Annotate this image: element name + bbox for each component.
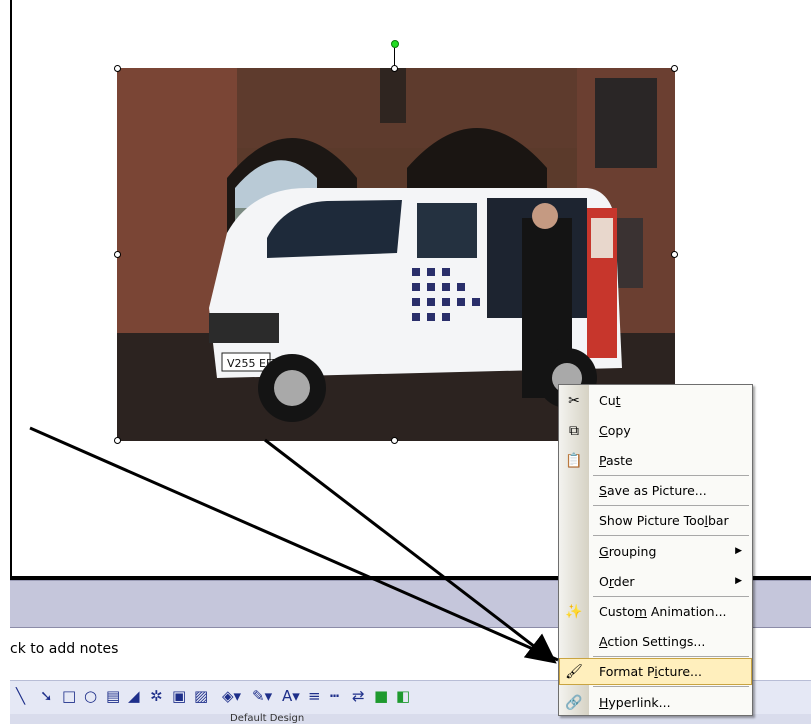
- context-menu-item-copy[interactable]: ⧉ Copy: [559, 417, 752, 444]
- submenu-arrow-icon: ▶: [735, 576, 742, 586]
- context-menu-item-hyperlink[interactable]: 🔗 Hyperlink...: [559, 689, 752, 716]
- dash-style-tool-icon[interactable]: ┅: [330, 687, 339, 705]
- clipart-tool-icon[interactable]: ▣: [172, 687, 186, 705]
- scissors-icon: ✂: [568, 393, 580, 409]
- context-menu-item-label: Format Picture...: [599, 664, 702, 679]
- font-color-tool-icon[interactable]: A▾: [282, 687, 300, 705]
- line-tool-icon[interactable]: ╲: [16, 687, 25, 705]
- context-menu-item-label: Show Picture Toolbar: [599, 513, 729, 528]
- diagram-tool-icon[interactable]: ✲: [150, 687, 163, 705]
- resize-handle-e[interactable]: [671, 251, 678, 258]
- context-menu-separator: [593, 505, 749, 506]
- line-style-tool-icon[interactable]: ≡: [308, 687, 321, 705]
- resize-handle-ne[interactable]: [671, 65, 678, 72]
- context-menu-item-label: Copy: [599, 423, 631, 438]
- context-menu-separator: [593, 656, 749, 657]
- fill-color-tool-icon[interactable]: ◈▾: [222, 687, 241, 705]
- context-menu-item-label: Order: [599, 574, 635, 589]
- arrow-style-tool-icon[interactable]: ⇄: [352, 687, 365, 705]
- arrow-tool-icon[interactable]: ➘: [40, 687, 53, 705]
- paste-icon: 📋: [565, 453, 583, 469]
- context-menu-item-label: Paste: [599, 453, 633, 468]
- context-menu-item-order[interactable]: Order ▶: [559, 568, 752, 595]
- context-menu-item-label: Action Settings...: [599, 634, 706, 649]
- context-menu-item-save-as-picture[interactable]: Save as Picture...: [559, 477, 752, 504]
- context-menu-item-cut[interactable]: ✂ Cut: [559, 387, 752, 414]
- 3d-style-tool-icon[interactable]: ◧: [396, 687, 410, 705]
- resize-handle-nw[interactable]: [114, 65, 121, 72]
- context-menu-item-format-picture[interactable]: 🖌 Format Picture...: [559, 658, 752, 685]
- context-menu-separator: [593, 596, 749, 597]
- submenu-arrow-icon: ▶: [735, 546, 742, 556]
- context-menu-separator: [593, 475, 749, 476]
- context-menu-item-show-picture-toolbar[interactable]: Show Picture Toolbar: [559, 507, 752, 534]
- textbox-tool-icon[interactable]: ▤: [106, 687, 120, 705]
- rectangle-tool-icon[interactable]: □: [62, 687, 76, 705]
- resize-handle-s[interactable]: [391, 437, 398, 444]
- custom-animation-icon: ✨: [565, 604, 583, 620]
- hyperlink-icon: 🔗: [565, 695, 583, 711]
- wordart-tool-icon[interactable]: ◢: [128, 687, 140, 705]
- context-menu-separator: [593, 686, 749, 687]
- context-menu-item-action-settings[interactable]: Action Settings...: [559, 628, 752, 655]
- oval-tool-icon[interactable]: ○: [84, 687, 97, 705]
- insert-picture-tool-icon[interactable]: ▨: [194, 687, 208, 705]
- resize-handle-w[interactable]: [114, 251, 121, 258]
- status-design-name: Default Design: [230, 713, 305, 724]
- line-color-tool-icon[interactable]: ✎▾: [252, 687, 272, 705]
- context-menu-item-custom-animation[interactable]: ✨ Custom Animation...: [559, 598, 752, 625]
- context-menu-item-label: Hyperlink...: [599, 695, 671, 710]
- copy-icon: ⧉: [569, 423, 579, 439]
- resize-handle-sw[interactable]: [114, 437, 121, 444]
- context-menu-item-label: Grouping: [599, 544, 657, 559]
- context-menu-item-label: Cut: [599, 393, 621, 408]
- context-menu-separator: [593, 535, 749, 536]
- format-picture-icon: 🖌: [565, 664, 583, 680]
- context-menu-item-label: Save as Picture...: [599, 483, 707, 498]
- context-menu-item-grouping[interactable]: Grouping ▶: [559, 538, 752, 565]
- rotation-handle[interactable]: [391, 40, 399, 48]
- shadow-tool-icon[interactable]: ■: [374, 687, 388, 705]
- context-menu-item-label: Custom Animation...: [599, 604, 727, 619]
- notes-placeholder[interactable]: ck to add notes: [10, 641, 118, 657]
- context-menu: ✂ Cut ⧉ Copy 📋 Paste Save as Picture... Show Pi…: [558, 384, 753, 716]
- context-menu-item-paste[interactable]: 📋 Paste: [559, 447, 752, 474]
- resize-handle-n[interactable]: [391, 65, 398, 72]
